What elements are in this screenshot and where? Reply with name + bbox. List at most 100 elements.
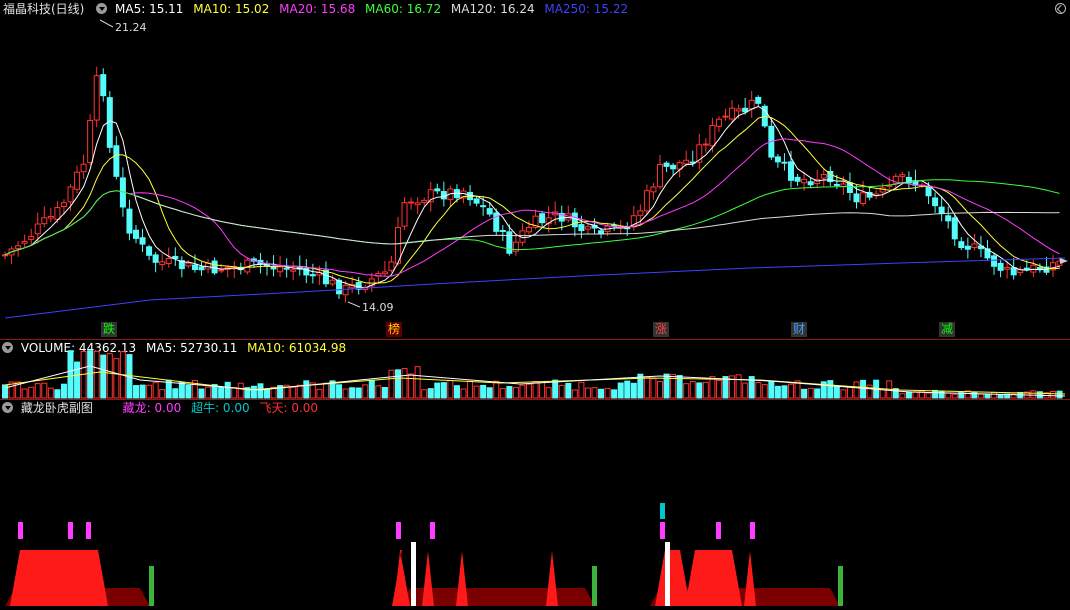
volume-bar: [480, 384, 487, 399]
volume-bar: [60, 383, 67, 399]
volume-bar: [598, 388, 605, 399]
volume-bar: [362, 384, 369, 399]
ma250-line: [4, 257, 1066, 319]
volume-bar: [100, 354, 107, 399]
volume-bar: [231, 387, 238, 399]
volume-bar: [146, 384, 153, 399]
candle-body: [598, 230, 605, 235]
volume-bar: [539, 381, 546, 399]
volume-bar: [519, 384, 526, 399]
volume-bar: [2, 384, 8, 399]
volume-bar: [846, 386, 853, 399]
volume-bar: [709, 375, 716, 399]
volume-bar: [54, 389, 61, 399]
volume-bar: [899, 393, 906, 399]
candle-body: [833, 183, 840, 186]
candle-body: [899, 174, 906, 177]
volume-bar: [414, 366, 421, 399]
volume-bar: [571, 389, 578, 399]
candle-body: [938, 206, 945, 215]
indicator-magenta-mark: [430, 522, 435, 539]
volume-bar: [67, 350, 74, 399]
volume-bar: [761, 384, 768, 399]
volume-bar: [689, 381, 696, 399]
volume-bar: [159, 389, 166, 399]
candle-body: [571, 212, 578, 228]
volume-bar: [801, 388, 808, 399]
candle-body: [336, 279, 343, 295]
volume-bar: [781, 385, 788, 399]
candle-body: [152, 254, 159, 263]
candle-body: [159, 261, 166, 266]
volume-bar: [584, 387, 591, 399]
volume-bar: [237, 382, 244, 399]
candle-body: [722, 115, 729, 118]
volume-bar: [447, 379, 454, 399]
volume-bar: [467, 380, 474, 399]
candle-body: [408, 201, 415, 204]
candle-body: [15, 245, 22, 249]
volume-bar: [768, 380, 775, 399]
candle-body: [1023, 267, 1030, 270]
indicator-magenta-mark: [660, 522, 665, 539]
volume-bar: [696, 382, 703, 399]
candle-body: [1030, 264, 1037, 273]
volume-bar: [997, 393, 1004, 399]
candle-body: [807, 181, 814, 186]
volume-bar: [971, 391, 978, 399]
volume-bar: [388, 369, 395, 399]
volume-bar: [506, 386, 513, 399]
volume-bar: [611, 389, 618, 399]
candlestick-chart[interactable]: 21.24 14.09: [0, 0, 1070, 610]
candle-body: [146, 246, 153, 256]
candle-body: [34, 223, 41, 235]
candle-body: [309, 274, 316, 277]
volume-bar: [336, 384, 343, 399]
indicator-cyan-mark: [660, 503, 665, 519]
volume-bar: [1056, 390, 1063, 399]
candle-body: [506, 231, 513, 254]
candle-body: [440, 191, 447, 200]
indicator-magenta-mark: [18, 522, 23, 539]
volume-bar: [93, 350, 100, 399]
candle-body: [113, 145, 120, 177]
indicator-spike: [422, 551, 434, 606]
volume-bar: [434, 382, 441, 399]
low-marker-line: [347, 301, 361, 308]
candle-body: [958, 241, 965, 249]
ma60-line: [4, 179, 1060, 256]
volume-bar: [408, 373, 415, 399]
volume-bar: [860, 379, 867, 399]
volume-bar: [604, 387, 611, 399]
candle-body: [80, 163, 87, 173]
candle-body: [683, 159, 690, 165]
candle-body: [794, 176, 801, 182]
volume-bar: [755, 382, 762, 399]
candle-body: [211, 260, 218, 274]
volume-bar: [702, 381, 709, 399]
volume-bar: [788, 383, 794, 399]
candle-body: [643, 190, 650, 212]
candle-body: [47, 215, 54, 219]
volume-bar: [558, 384, 565, 399]
low-price-label: 14.09: [362, 301, 394, 314]
candle-body: [401, 202, 408, 227]
volume-bar: [473, 385, 480, 399]
candle-body: [100, 74, 107, 97]
volume-bar: [643, 376, 650, 399]
candle-body: [381, 271, 388, 275]
volume-bar: [395, 369, 401, 399]
volume-bar: [657, 380, 663, 399]
volume-bar: [218, 386, 225, 399]
volume-bar: [624, 380, 631, 399]
volume-bar: [290, 386, 297, 399]
candle-body: [951, 217, 958, 240]
candle-body: [74, 171, 81, 190]
volume-bar: [493, 380, 500, 399]
volume-bar: [375, 385, 382, 399]
candle-body: [290, 269, 297, 272]
volume-bar: [866, 384, 873, 399]
candle-body: [28, 235, 35, 240]
candle-body: [198, 266, 205, 271]
volume-bar: [47, 387, 54, 399]
